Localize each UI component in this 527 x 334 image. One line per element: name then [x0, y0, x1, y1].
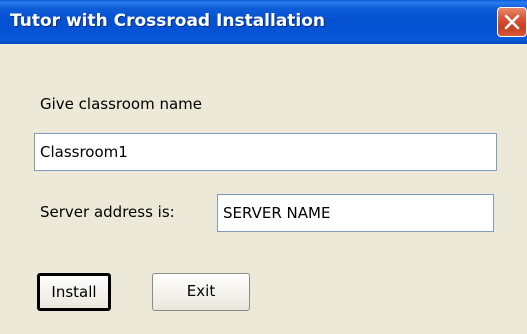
install-button[interactable]: Install [37, 273, 111, 311]
close-button[interactable] [497, 7, 527, 37]
title-bar[interactable]: Tutor with Crossroad Installation [0, 0, 527, 44]
classroom-name-label: Give classroom name [40, 95, 203, 113]
installer-dialog: Tutor with Crossroad Installation Give c… [0, 0, 527, 334]
window-title: Tutor with Crossroad Installation [10, 11, 326, 31]
close-icon [504, 14, 520, 30]
server-address-input[interactable]: SERVER NAME [217, 194, 494, 232]
exit-button[interactable]: Exit [152, 273, 250, 311]
classroom-name-input[interactable]: Classroom1 [34, 133, 497, 171]
server-address-label: Server address is: [40, 203, 175, 221]
